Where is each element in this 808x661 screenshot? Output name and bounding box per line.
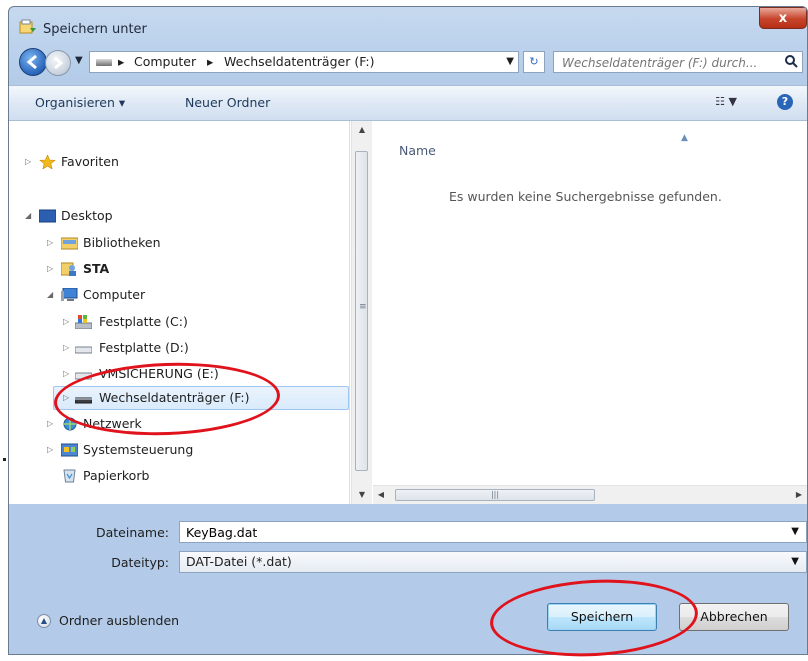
arrow-right-icon: [54, 56, 64, 70]
file-list-scrollbar[interactable]: ◀ ||| ▶: [373, 485, 807, 504]
cancel-button[interactable]: Abbrechen: [679, 603, 789, 631]
libraries-icon: [61, 237, 78, 250]
content-area: ▷ Favoriten ◢ Desktop ▷ Bibliotheken ▷ S…: [9, 121, 807, 504]
back-button[interactable]: [19, 48, 47, 76]
views-button[interactable]: ☷ ▼: [715, 95, 737, 108]
hide-folders-label: Ordner ausblenden: [59, 613, 180, 628]
navigation-bar: ▼ ▸ Computer ▸ Wechseldatenträger (F:) ▼…: [9, 45, 807, 77]
refresh-button[interactable]: ↻: [523, 51, 545, 73]
breadcrumb-computer[interactable]: Computer: [134, 52, 196, 72]
user-folder-icon: [61, 262, 76, 276]
tree-label: Bibliotheken: [83, 235, 161, 250]
address-bar[interactable]: ▸ Computer ▸ Wechseldatenträger (F:) ▼: [89, 51, 519, 73]
filename-label: Dateiname:: [95, 525, 169, 540]
organize-button[interactable]: Organisieren ▾: [35, 95, 125, 110]
desktop-icon: [39, 209, 56, 223]
collapse-up-icon: ▲: [37, 614, 51, 628]
collapse-arrow-icon[interactable]: ◢: [47, 284, 53, 306]
collapse-arrow-icon[interactable]: ◢: [25, 205, 31, 227]
tree-label: Netzwerk: [83, 416, 142, 431]
column-header-name[interactable]: Name: [399, 143, 436, 158]
control-panel-icon: [61, 443, 78, 457]
save-button[interactable]: Speichern: [547, 603, 657, 631]
tree-label: Desktop: [61, 208, 113, 223]
expand-arrow-icon[interactable]: ▷: [47, 232, 53, 254]
filetype-select[interactable]: DAT-Datei (*.dat): [179, 551, 807, 573]
tree-label: Favoriten: [61, 154, 119, 169]
tree-label: Systemsteuerung: [83, 442, 194, 457]
scroll-down-icon[interactable]: ▼: [352, 486, 372, 504]
drive-icon: [75, 372, 92, 380]
save-as-dialog: Speichern unter x ▼ ▸ Computer ▸ Wechsel…: [8, 6, 808, 655]
arrow-left-icon: [26, 54, 37, 70]
edge-mark: [3, 458, 6, 461]
dialog-title: Speichern unter: [43, 22, 147, 37]
chevron-down-icon: ▼: [728, 95, 737, 108]
computer-icon: [61, 288, 78, 301]
tree-label: VMSICHERUNG (E:): [99, 366, 219, 381]
file-list[interactable]: Name ▲ Es wurden keine Suchergebnisse ge…: [373, 121, 807, 504]
tree-label: Festplatte (D:): [99, 340, 189, 355]
help-icon[interactable]: ?: [777, 94, 793, 110]
tree-label: Computer: [83, 287, 146, 302]
scroll-right-icon[interactable]: ▶: [791, 486, 807, 504]
scrollbar-thumb[interactable]: |||: [395, 489, 595, 501]
filename-dropdown-icon[interactable]: ▼: [791, 526, 799, 537]
search-box[interactable]: [553, 51, 803, 74]
expand-arrow-icon[interactable]: ▷: [47, 439, 53, 461]
command-bar: Organisieren ▾ Neuer Ordner ☷ ▼ ?: [9, 85, 807, 121]
scrollbar-thumb[interactable]: ≡: [355, 151, 368, 471]
history-dropdown-icon[interactable]: ▼: [75, 55, 83, 66]
drive-icon: [75, 346, 92, 354]
scroll-left-icon[interactable]: ◀: [373, 486, 389, 504]
breadcrumb-separator-icon[interactable]: ▸: [118, 52, 124, 72]
breadcrumb-removable-drive[interactable]: Wechseldatenträger (F:): [224, 52, 375, 72]
expand-arrow-icon[interactable]: ▷: [25, 151, 31, 173]
expand-arrow-icon[interactable]: ▷: [63, 337, 69, 359]
system-drive-icon: [75, 315, 92, 329]
navigation-pane[interactable]: ▷ Favoriten ◢ Desktop ▷ Bibliotheken ▷ S…: [9, 121, 350, 504]
view-list-icon: ☷: [715, 95, 726, 108]
close-button[interactable]: x: [759, 7, 807, 29]
filetype-label: Dateityp:: [111, 555, 169, 570]
tree-label: STA: [83, 261, 110, 276]
search-input[interactable]: [554, 52, 784, 74]
star-icon: [39, 155, 56, 169]
refresh-icon: ↻: [529, 55, 539, 68]
tree-label: Festplatte (C:): [99, 314, 188, 329]
expand-arrow-icon[interactable]: ▷: [63, 387, 69, 409]
expand-arrow-icon[interactable]: ▷: [47, 413, 53, 435]
network-icon: [63, 417, 77, 431]
save-dialog-icon: [19, 19, 36, 34]
address-dropdown-icon[interactable]: ▼: [506, 52, 514, 72]
grip-icon: ≡: [359, 302, 367, 312]
grip-icon: |||: [490, 490, 500, 499]
title-bar: Speichern unter x: [9, 7, 807, 41]
filetype-dropdown-icon[interactable]: ▼: [791, 556, 799, 567]
tree-label: Wechseldatenträger (F:): [99, 390, 250, 405]
scroll-up-icon[interactable]: ▲: [352, 121, 372, 139]
tree-label: Papierkorb: [83, 468, 150, 483]
filename-input[interactable]: [179, 521, 807, 543]
nav-pane-scrollbar[interactable]: ▲ ≡ ▼: [351, 121, 372, 504]
search-icon[interactable]: [784, 54, 798, 68]
expand-arrow-icon[interactable]: ▷: [63, 311, 69, 333]
recycle-bin-icon: [63, 469, 76, 483]
forward-button[interactable]: [45, 50, 71, 76]
filetype-value: DAT-Datei (*.dat): [186, 554, 292, 569]
new-folder-button[interactable]: Neuer Ordner: [185, 95, 270, 110]
drive-icon: [96, 59, 112, 66]
removable-drive-icon: [75, 397, 92, 404]
expand-arrow-icon[interactable]: ▷: [63, 363, 69, 385]
sort-ascending-icon: ▲: [681, 133, 688, 143]
breadcrumb-separator-icon[interactable]: ▸: [207, 52, 213, 72]
empty-results-message: Es wurden keine Suchergebnisse gefunden.: [449, 189, 722, 204]
expand-arrow-icon[interactable]: ▷: [47, 258, 53, 280]
